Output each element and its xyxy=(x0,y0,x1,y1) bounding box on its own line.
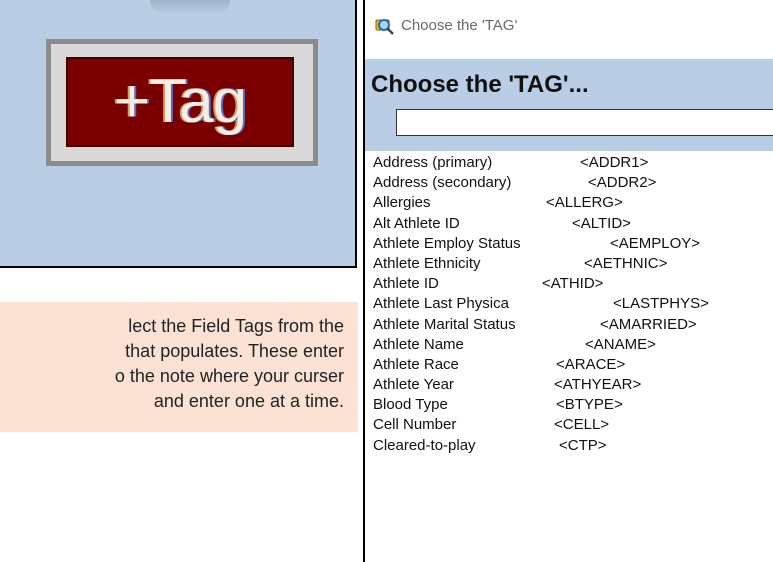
tag-item-code: <ADDR2> xyxy=(588,174,657,192)
tag-item-label: Address (secondary) xyxy=(373,174,512,192)
instruction-line: that populates. These enter xyxy=(125,341,344,361)
tag-item-label: Cell Number xyxy=(373,416,457,434)
dialog-header: Choose the 'TAG'... xyxy=(365,59,773,151)
tag-item-code: <ATHID> xyxy=(542,275,604,293)
tag-item-label: Address (primary) xyxy=(373,154,493,171)
tag-list-item[interactable]: Address (primary) <ADDR1> xyxy=(365,153,773,173)
tag-item-code: <CELL> xyxy=(554,416,610,434)
tag-item-code: <ARACE> xyxy=(556,355,626,373)
tag-list-item[interactable]: Cleared-to-play <CTP> xyxy=(365,436,773,456)
tag-item-label: Athlete Employ Status xyxy=(373,234,521,252)
tag-item-code: <AETHNIC> xyxy=(584,254,668,272)
tag-list-item[interactable]: Alt Athlete ID <ALTID> xyxy=(365,214,773,234)
tag-item-label: Cleared-to-play xyxy=(373,436,476,454)
tag-item-code: <AMARRIED> xyxy=(600,315,697,333)
tag-list-item[interactable]: Address (secondary) <ADDR2> xyxy=(365,173,773,193)
tag-list-item[interactable]: Allergies <ALLERG> xyxy=(365,193,773,213)
choose-tag-dialog: Choose the 'TAG' Choose the 'TAG'... Add… xyxy=(363,0,773,562)
tag-item-code: <ANAME> xyxy=(585,335,656,353)
tag-item-code: <LASTPHYS> xyxy=(613,295,709,313)
tag-item-label: Allergies xyxy=(373,194,431,212)
tag-list-item[interactable]: Athlete Name <ANAME> xyxy=(365,335,773,355)
panel-shadow xyxy=(150,0,230,14)
tag-item-label: Athlete Marital Status xyxy=(373,315,516,333)
tag-list-item[interactable]: Athlete Last Physica <LASTPHYS> xyxy=(365,294,773,314)
tag-item-label: Athlete Race xyxy=(373,355,459,373)
instruction-line: o the note where your curser xyxy=(114,366,344,386)
add-tag-button[interactable]: +Tag xyxy=(66,57,294,147)
tag-list-item[interactable]: Blood Type <BTYPE> xyxy=(365,395,773,415)
tag-list-item[interactable]: Athlete Ethnicity <AETHNIC> xyxy=(365,254,773,274)
instruction-note: lect the Field Tags from the that popula… xyxy=(0,302,358,432)
instruction-line: and enter one at a time. xyxy=(153,391,344,411)
tag-item-label: Athlete Year xyxy=(373,376,454,394)
tag-list-item[interactable]: Athlete Employ Status <AEMPLOY> xyxy=(365,234,773,254)
tag-item-label: Athlete Ethnicity xyxy=(373,254,481,272)
tag-item-code: <ATHYEAR> xyxy=(554,376,642,394)
tag-item-label: Athlete Name xyxy=(373,335,464,353)
tag-list-item[interactable]: Cell Number <CELL> xyxy=(365,415,773,435)
instruction-line: lect the Field Tags from the xyxy=(128,316,344,336)
dialog-heading: Choose the 'TAG'... xyxy=(371,71,589,98)
tag-item-code: <ALLERG> xyxy=(546,194,623,212)
zoomed-tag-button-panel: +Tag xyxy=(0,0,357,268)
tag-list-item[interactable]: Athlete Marital Status <AMARRIED> xyxy=(365,315,773,335)
tag-search-input[interactable] xyxy=(396,109,773,136)
tag-item-code: <ALTID> xyxy=(572,214,631,232)
tag-list-item[interactable]: Athlete Race <ARACE> xyxy=(365,355,773,375)
tag-list[interactable]: Address (primary) <ADDR1> Address (seconda… xyxy=(365,153,773,456)
tag-item-code: <CTP> xyxy=(559,436,607,454)
magnifier-tag-icon xyxy=(375,19,394,35)
tag-item-label: Athlete Last Physica xyxy=(373,295,509,313)
tag-item-code: <AEMPLOY> xyxy=(610,234,701,252)
tag-item-code: <ADDR1> xyxy=(580,154,649,171)
tag-item-code: <BTYPE> xyxy=(556,396,623,414)
tag-list-item[interactable]: Athlete Year <ATHYEAR> xyxy=(365,375,773,395)
tag-item-label: Alt Athlete ID xyxy=(373,214,460,232)
dialog-titlebar: Choose the 'TAG' xyxy=(365,0,773,59)
dialog-window-title: Choose the 'TAG' xyxy=(401,17,518,34)
tag-button-frame: +Tag xyxy=(46,39,318,166)
tag-item-label: Blood Type xyxy=(373,396,448,414)
tag-list-item[interactable]: Athlete ID <ATHID> xyxy=(365,274,773,294)
tag-item-label: Athlete ID xyxy=(373,275,439,293)
